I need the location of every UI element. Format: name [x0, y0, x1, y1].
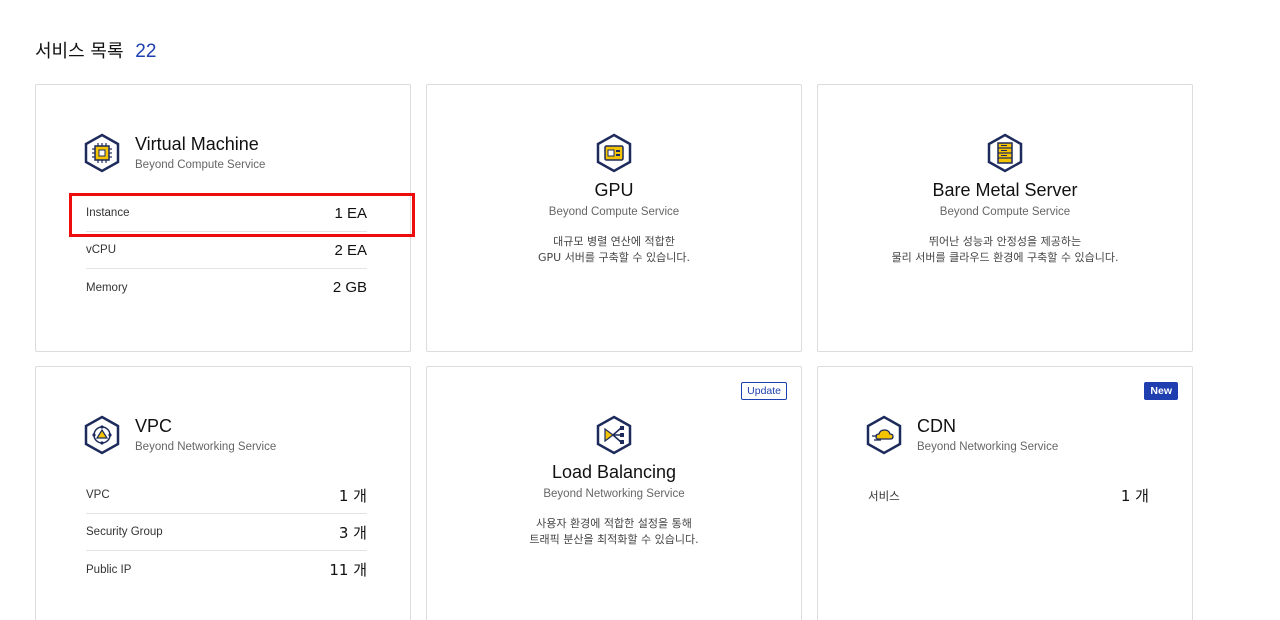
service-count: 22	[135, 41, 157, 62]
stat-row: Public IP 11 개	[86, 551, 367, 588]
highlight-box	[69, 193, 415, 237]
stat-value: 1 개	[338, 486, 367, 505]
network-globe-icon	[84, 415, 120, 455]
stat-row: Memory 2 GB	[86, 269, 367, 306]
stat-value: 1 개	[1120, 487, 1149, 505]
service-subtitle: Beyond Compute Service	[135, 159, 266, 171]
description-line: 뛰어난 성능과 안정성을 제공하는	[928, 235, 1082, 248]
stat-row: Security Group 3 개	[86, 514, 367, 551]
service-name: GPU	[594, 180, 634, 200]
service-card-load-balancing[interactable]: Update Load Balancing Beyond Networking …	[426, 366, 802, 620]
stat-value: 2 GB	[332, 279, 367, 296]
description-line: 대규모 병렬 연산에 적합한	[553, 235, 675, 248]
service-subtitle: Beyond Networking Service	[135, 441, 277, 453]
stat-value: 11 개	[329, 561, 367, 579]
stat-row: 서비스 1 개	[868, 477, 1149, 514]
service-card-gpu[interactable]: GPU Beyond Compute Service 대규모 병렬 연산에 적합…	[426, 84, 802, 352]
update-badge: Update	[741, 382, 787, 400]
description-line: 사용자 환경에 적합한 설정을 통해	[536, 517, 692, 530]
gpu-card-icon	[596, 133, 632, 173]
description-line: 트래픽 분산을 최적화할 수 있습니다.	[529, 533, 699, 546]
stats-list: VPC 1 개 Security Group 3 개 Public IP 11 …	[86, 477, 367, 588]
service-subtitle: Beyond Compute Service	[939, 206, 1071, 218]
stat-value: 3 개	[338, 523, 367, 542]
service-description: 사용자 환경에 적합한 설정을 통해 트래픽 분산을 최적화할 수 있습니다.	[427, 516, 801, 548]
page-title: 서비스 목록	[35, 41, 124, 62]
stat-label: Memory	[86, 281, 128, 294]
service-name: Load Balancing	[551, 462, 677, 482]
service-name: Virtual Machine	[135, 134, 259, 154]
service-description: 뛰어난 성능과 안정성을 제공하는 물리 서버를 클라우드 환경에 구축할 수 …	[818, 234, 1192, 266]
description-line: 물리 서버를 클라우드 환경에 구축할 수 있습니다.	[891, 251, 1119, 264]
service-subtitle: Beyond Networking Service	[543, 488, 685, 500]
stat-value: 2 EA	[334, 241, 367, 259]
stat-label: Security Group	[86, 526, 163, 538]
service-card-cdn[interactable]: New CDN Beyond Networking Service 서비스 1 …	[817, 366, 1193, 620]
chip-icon	[84, 133, 120, 173]
service-subtitle: Beyond Compute Service	[548, 206, 680, 218]
service-card-vpc[interactable]: VPC Beyond Networking Service VPC 1 개 Se…	[35, 366, 411, 620]
cloud-speed-icon	[866, 415, 902, 455]
page-header: 서비스 목록 22	[35, 37, 156, 63]
new-badge: New	[1144, 382, 1178, 400]
description-line: GPU 서버를 구축할 수 있습니다.	[537, 251, 690, 264]
service-name: Bare Metal Server	[932, 180, 1078, 200]
service-description: 대규모 병렬 연산에 적합한 GPU 서버를 구축할 수 있습니다.	[427, 234, 801, 266]
service-name: VPC	[135, 416, 173, 436]
stat-row: vCPU 2 EA	[86, 232, 367, 269]
stat-label: Public IP	[86, 563, 132, 576]
service-subtitle: Beyond Networking Service	[917, 441, 1059, 453]
stat-label: vCPU	[86, 244, 117, 256]
load-balancer-icon	[596, 415, 632, 455]
server-rack-icon	[987, 133, 1023, 173]
stat-row: VPC 1 개	[86, 477, 367, 514]
stat-label: 서비스	[868, 488, 900, 503]
stat-label: VPC	[86, 489, 110, 501]
service-card-bare-metal-server[interactable]: Bare Metal Server Beyond Compute Service…	[817, 84, 1193, 352]
service-name: CDN	[917, 416, 956, 436]
stats-list: 서비스 1 개	[868, 477, 1149, 514]
